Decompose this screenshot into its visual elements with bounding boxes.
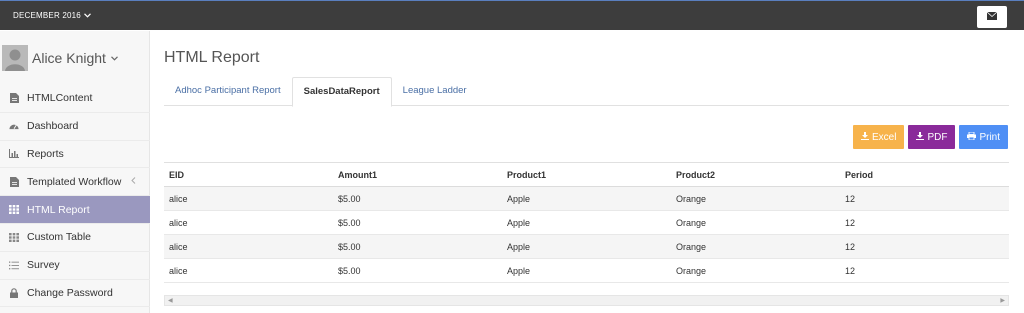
sales-data-table: EID Amount1 Product1 Product2 Period ali… — [164, 162, 1009, 283]
sidebar-item-label: Custom Table — [27, 231, 92, 244]
excel-button-label: Excel — [871, 131, 897, 143]
excel-button[interactable]: Excel — [852, 125, 905, 149]
top-bar: DECEMBER 2016 — [0, 0, 1024, 30]
bar-chart-icon — [9, 149, 19, 159]
sidebar-item-label: HTMLContent — [27, 92, 93, 105]
sidebar: Alice Knight HTMLContent Dashboard Repor… — [0, 31, 150, 313]
report-tabs: Adhoc Participant Report SalesDataReport… — [164, 77, 1009, 107]
sidebar-item-change-password[interactable]: Change Password — [0, 280, 150, 308]
dashboard-icon — [9, 121, 19, 131]
sidebar-item-custom-table[interactable]: Custom Table — [0, 224, 150, 252]
tab-sales-data-report[interactable]: SalesDataReport — [291, 77, 392, 107]
table-icon — [9, 232, 19, 242]
cell-product1: Apple — [502, 210, 671, 235]
sidebar-item-label: Survey — [27, 259, 60, 272]
print-icon — [967, 131, 977, 143]
scroll-right-icon[interactable]: ▶ — [1000, 297, 1005, 304]
cell-amount1: $5.00 — [333, 234, 502, 259]
pdf-button[interactable]: PDF — [908, 125, 956, 149]
cell-eid: alice — [164, 234, 333, 259]
table-row: alice $5.00 Apple Orange 12 — [164, 186, 1009, 211]
user-name: Alice Knight — [32, 50, 106, 66]
sidebar-item-label: HTML Report — [27, 203, 90, 216]
cell-amount1: $5.00 — [333, 186, 502, 211]
sidebar-item-label: Change Password — [27, 286, 113, 299]
cell-product2: Orange — [671, 210, 840, 235]
tab-adhoc-participant-report[interactable]: Adhoc Participant Report — [164, 77, 292, 105]
sidebar-item-label: Reports — [27, 147, 64, 160]
sidebar-item-htmlcontent[interactable]: HTMLContent — [0, 85, 150, 113]
chevron-down-icon — [111, 53, 118, 64]
sidebar-item-html-report[interactable]: HTML Report — [0, 196, 150, 224]
cell-product2: Orange — [671, 258, 840, 283]
cell-eid: alice — [164, 186, 333, 211]
cell-period: 12 — [840, 234, 1009, 259]
sidebar-item-label: Dashboard — [27, 120, 79, 133]
column-header-period[interactable]: Period — [840, 163, 1009, 187]
period-label: DECEMBER 2016 — [13, 11, 81, 20]
table-row: alice $5.00 Apple Orange 12 — [164, 258, 1009, 283]
sidebar-menu: HTMLContent Dashboard Reports Templated … — [0, 85, 150, 308]
cell-amount1: $5.00 — [333, 258, 502, 283]
avatar — [2, 45, 28, 71]
export-buttons: Excel PDF Print — [852, 125, 1008, 149]
sidebar-item-reports[interactable]: Reports — [0, 141, 150, 169]
cell-eid: alice — [164, 258, 333, 283]
table-row: alice $5.00 Apple Orange 12 — [164, 210, 1009, 235]
main-content: HTML Report Adhoc Participant Report Sal… — [151, 31, 1024, 313]
cell-eid: alice — [164, 210, 333, 235]
scroll-left-icon[interactable]: ◀ — [168, 297, 173, 304]
grid-icon — [9, 205, 19, 215]
cell-product1: Apple — [502, 186, 671, 211]
cell-product2: Orange — [671, 186, 840, 211]
tab-league-ladder[interactable]: League Ladder — [392, 77, 478, 105]
table-header-row: EID Amount1 Product1 Product2 Period — [164, 162, 1009, 187]
cell-period: 12 — [840, 210, 1009, 235]
page-title: HTML Report — [164, 49, 260, 66]
cell-period: 12 — [840, 258, 1009, 283]
download-icon — [916, 131, 925, 143]
period-selector[interactable]: DECEMBER 2016 — [13, 11, 91, 20]
cell-product1: Apple — [502, 258, 671, 283]
sidebar-item-dashboard[interactable]: Dashboard — [0, 113, 150, 141]
cell-period: 12 — [840, 186, 1009, 211]
download-icon — [860, 131, 869, 143]
sidebar-item-survey[interactable]: Survey — [0, 252, 150, 280]
table-row: alice $5.00 Apple Orange 12 — [164, 234, 1009, 259]
sidebar-item-label: Templated Workflow — [27, 175, 122, 188]
print-button-label: Print — [979, 131, 1000, 143]
chevron-left-icon — [131, 176, 136, 187]
cell-product2: Orange — [671, 234, 840, 259]
column-header-eid[interactable]: EID — [164, 163, 333, 187]
file-icon — [9, 176, 19, 187]
print-button[interactable]: Print — [959, 125, 1008, 149]
cell-product1: Apple — [502, 234, 671, 259]
envelope-icon — [986, 11, 998, 23]
sidebar-item-templated-workflow[interactable]: Templated Workflow — [0, 168, 150, 197]
cell-amount1: $5.00 — [333, 210, 502, 235]
list-icon — [9, 260, 19, 270]
pdf-button-label: PDF — [927, 131, 948, 143]
column-header-product1[interactable]: Product1 — [502, 163, 671, 187]
column-header-product2[interactable]: Product2 — [671, 163, 840, 187]
file-icon — [9, 93, 19, 104]
chevron-down-icon — [84, 11, 91, 20]
user-profile[interactable]: Alice Knight — [0, 31, 150, 85]
column-header-amount1[interactable]: Amount1 — [333, 163, 502, 187]
lock-icon — [9, 288, 19, 298]
horizontal-scrollbar[interactable]: ◀ ▶ — [164, 295, 1009, 306]
mail-button[interactable] — [977, 6, 1007, 28]
